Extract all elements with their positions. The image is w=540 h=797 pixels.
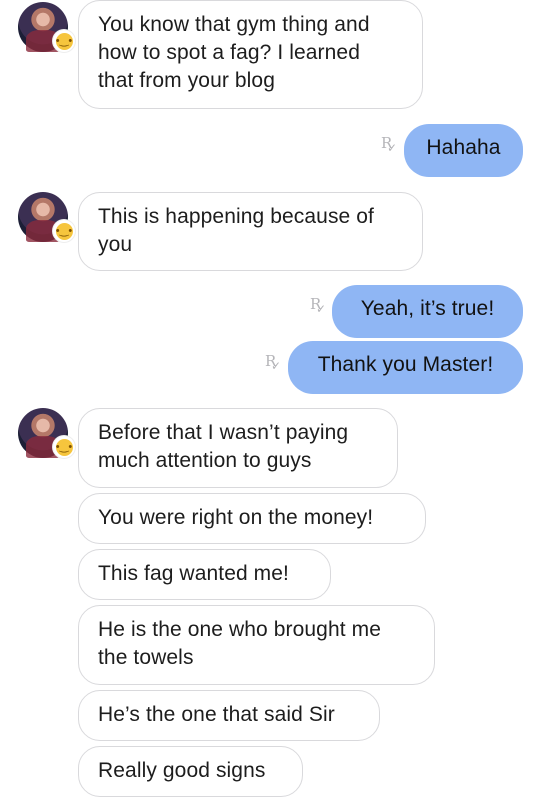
- incoming-message[interactable]: Before that I wasn’t paying much attenti…: [78, 408, 398, 488]
- incoming-message[interactable]: You know that gym thing and how to spot …: [78, 0, 423, 109]
- incoming-message[interactable]: This fag wanted me!: [78, 549, 331, 600]
- incoming-message[interactable]: You were right on the money!: [78, 493, 426, 544]
- read-receipt-icon: R ✓: [310, 295, 327, 316]
- smiley-face-icon: •‿•: [53, 436, 75, 458]
- outgoing-message[interactable]: Hahaha: [404, 124, 523, 177]
- incoming-message[interactable]: This is happening because of you: [78, 192, 423, 271]
- read-receipt-icon: R ✓: [265, 352, 282, 373]
- avatar[interactable]: •‿•: [18, 408, 75, 458]
- outgoing-message[interactable]: Thank you Master!: [288, 341, 523, 394]
- avatar[interactable]: •‿•: [18, 192, 75, 242]
- incoming-message[interactable]: Really good signs: [78, 746, 303, 797]
- outgoing-message[interactable]: Yeah, it’s true!: [332, 285, 523, 338]
- avatar[interactable]: •‿•: [18, 2, 75, 52]
- smiley-face-icon: •‿•: [53, 220, 75, 242]
- read-receipt-icon: R ✓: [381, 134, 398, 155]
- incoming-message[interactable]: He’s the one that said Sir: [78, 690, 380, 741]
- smiley-face-icon: •‿•: [53, 30, 75, 52]
- incoming-message[interactable]: He is the one who brought me the towels: [78, 605, 435, 685]
